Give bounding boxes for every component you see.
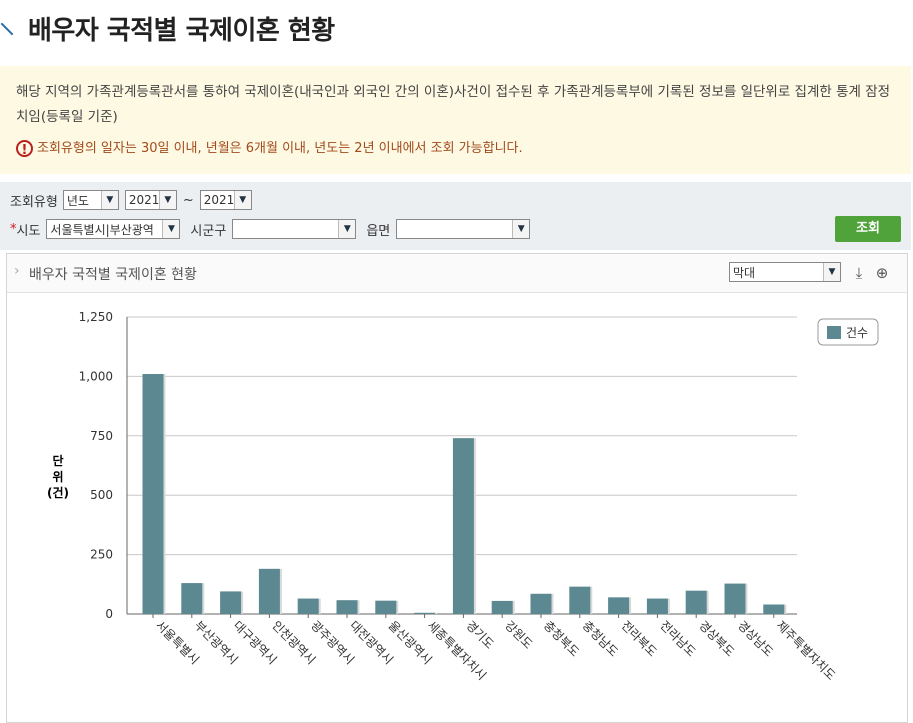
type-select[interactable]: 년도 ▼ (62, 190, 119, 210)
chevron-down-icon: ▼ (338, 220, 356, 238)
eupmyeon-label: 읍면 (366, 223, 391, 239)
x-tick-label: 경상북도 (696, 618, 737, 659)
year-from-value: 2021 (128, 193, 160, 207)
sido-label: 시도 (16, 223, 41, 239)
x-tick-label: 충청남도 (580, 618, 621, 659)
filter-row-type: 조회유형 년도 ▼ 2021 ▼ ~ 2021 ▼ (10, 189, 252, 211)
notice-text: 해당 지역의 가족관계등록관서를 통하여 국제이혼(내국인과 외국인 간의 이혼… (16, 84, 891, 125)
bar (336, 600, 358, 614)
bar (724, 583, 746, 614)
chart-panel-title: 배우자 국적별 국제이혼 현황 (29, 267, 197, 283)
notice-warning: ! 조회유형의 일자는 30일 이내, 년월은 6개월 이내, 년도는 2년 이… (16, 136, 895, 161)
warning-icon: ! (16, 140, 33, 158)
type-select-value: 년도 (66, 193, 89, 208)
legend-label: 건수 (846, 326, 868, 340)
download-icon[interactable]: ⤓ (849, 263, 869, 283)
page-title: 배우자 국적별 국제이혼 현황 (28, 15, 335, 46)
y-axis-label: 위 (52, 470, 63, 484)
bar (491, 600, 513, 614)
chevron-down-icon: ▼ (823, 263, 840, 281)
chart-type-select[interactable]: 막대 ▼ (729, 262, 841, 282)
x-tick-label: 경기도 (463, 618, 496, 651)
y-tick-label: 500 (90, 488, 113, 502)
chart-type-value: 막대 (733, 265, 756, 280)
eupmyeon-select[interactable]: ▼ (396, 219, 531, 239)
bar (181, 583, 203, 614)
sido-select[interactable]: 서울특별시|부산광역 ▼ (46, 219, 181, 239)
search-button[interactable]: 조회 (835, 216, 901, 242)
y-tick-label: 0 (105, 607, 113, 621)
bar (763, 604, 785, 614)
bar (530, 593, 552, 614)
year-from-select[interactable]: 2021 ▼ (124, 190, 177, 210)
title-slash-icon (0, 17, 22, 39)
sido-select-value: 서울특별시|부산광역 (50, 222, 154, 237)
year-to-value: 2021 (203, 193, 235, 207)
zoom-icon[interactable]: ⊕ (872, 263, 892, 283)
type-label: 조회유형 (10, 194, 58, 210)
chart-panel: › 배우자 국적별 국제이혼 현황 막대 ▼ ⤓ ⊕ 0 250 500 750 1,0… (6, 253, 908, 723)
x-tick-label: 제주특별자치도 (774, 618, 839, 683)
bar-chart: 02505007501,0001,250단위(건)서울특별시부산광역시대구광역시… (47, 310, 879, 683)
bar (608, 597, 630, 614)
chevron-right-icon: › (14, 263, 20, 279)
bar (220, 591, 242, 614)
filter-bar: 조회유형 년도 ▼ 2021 ▼ ~ 2021 ▼ * 시도 서울특별시|부산광… (0, 182, 911, 250)
year-to-select[interactable]: 2021 ▼ (199, 190, 252, 210)
y-tick-label: 1,250 (79, 310, 113, 324)
sigungu-label: 시군구 (190, 223, 227, 239)
x-tick-label: 강원도 (502, 618, 535, 651)
x-tick-label: 전라남도 (657, 618, 698, 659)
chevron-down-icon: ▼ (158, 191, 176, 209)
bar (569, 586, 591, 614)
sigungu-select[interactable]: ▼ (232, 219, 357, 239)
bar (452, 438, 474, 614)
y-tick-label: 250 (90, 548, 113, 562)
chart-panel-header: › 배우자 국적별 국제이혼 현황 막대 ▼ ⤓ ⊕ (7, 254, 907, 293)
page-title-bar: 배우자 국적별 국제이혼 현황 (0, 8, 335, 48)
y-axis-label: 단 (52, 453, 63, 468)
y-tick-label: 1,000 (79, 369, 113, 383)
x-tick-label: 전라북도 (618, 618, 659, 659)
bar (258, 568, 280, 614)
bar (646, 598, 668, 614)
filter-row-region: * 시도 서울특별시|부산광역 ▼ 시군구 ▼ 읍면 ▼ (10, 218, 531, 240)
bar (414, 612, 436, 614)
y-tick-label: 750 (90, 429, 113, 443)
bar (685, 590, 707, 614)
y-axis-label: (건) (47, 485, 69, 500)
x-tick-label: 충청북도 (541, 618, 582, 659)
chevron-down-icon: ▼ (162, 220, 180, 238)
chevron-down-icon: ▼ (233, 191, 251, 209)
notice-box: 해당 지역의 가족관계등록관서를 통하여 국제이혼(내국인과 외국인 간의 이혼… (0, 66, 911, 174)
bar (297, 598, 319, 614)
bar (375, 600, 397, 614)
legend-swatch (827, 326, 841, 339)
chevron-down-icon: ▼ (100, 191, 118, 209)
x-tick-label: 경상남도 (735, 618, 776, 659)
chevron-down-icon: ▼ (512, 220, 530, 238)
warning-text: 조회유형의 일자는 30일 이내, 년월은 6개월 이내, 년도는 2년 이내에… (37, 141, 523, 156)
range-tilde: ~ (182, 192, 194, 208)
bar (142, 374, 164, 614)
